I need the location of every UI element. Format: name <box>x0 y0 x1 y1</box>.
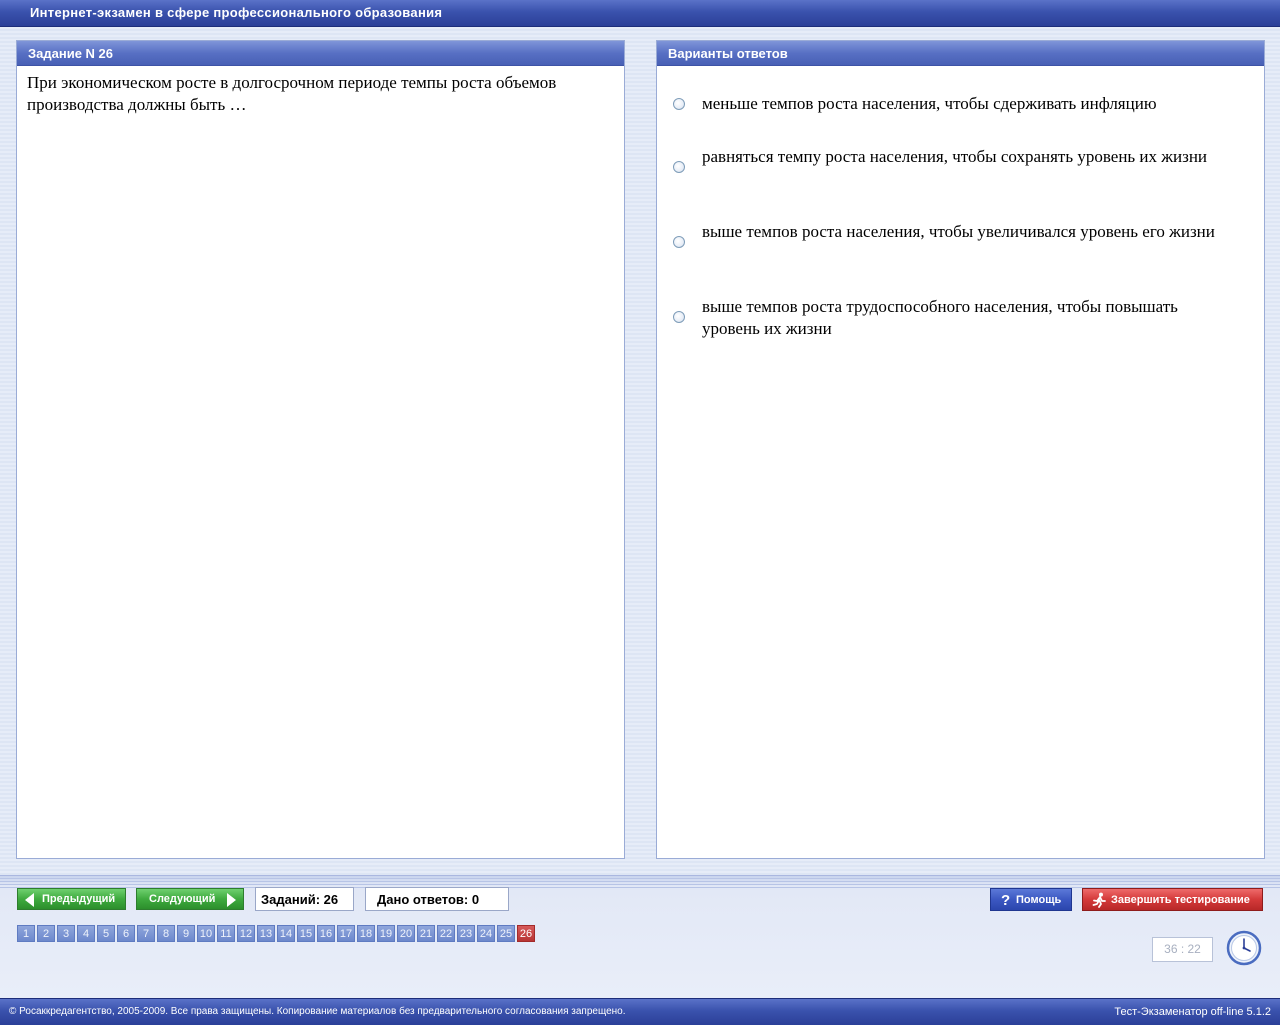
question-nav-item[interactable]: 1 <box>17 925 35 942</box>
question-nav-item[interactable]: 3 <box>57 925 75 942</box>
answers-given-label: Дано ответов: 0 <box>377 892 480 907</box>
copyright-text: © Росаккредагентство, 2005-2009. Все пра… <box>9 1006 626 1017</box>
question-nav-item[interactable]: 10 <box>197 925 215 942</box>
question-nav-item[interactable]: 5 <box>97 925 115 942</box>
running-man-icon <box>1092 892 1106 908</box>
question-nav-item[interactable]: 6 <box>117 925 135 942</box>
help-button[interactable]: ? Помощь <box>990 888 1072 911</box>
footer-bar: © Росаккредагентство, 2005-2009. Все пра… <box>0 998 1280 1025</box>
question-nav-item[interactable]: 13 <box>257 925 275 942</box>
answer-option-label[interactable]: выше темпов роста трудоспособного населе… <box>702 296 1232 340</box>
clock-icon <box>1226 930 1262 966</box>
task-panel: Задание N 26 При экономическом росте в д… <box>16 40 625 859</box>
arrow-left-icon <box>25 893 34 907</box>
answers-given-count: Дано ответов: 0 <box>365 887 509 911</box>
radio-icon[interactable] <box>673 311 685 323</box>
radio-icon[interactable] <box>673 161 685 173</box>
answers-panel: Варианты ответов меньше темпов роста нас… <box>656 40 1265 859</box>
question-nav-item[interactable]: 2 <box>37 925 55 942</box>
question-nav-item[interactable]: 21 <box>417 925 435 942</box>
task-panel-header: Задание N 26 <box>17 41 624 66</box>
question-nav-item[interactable]: 17 <box>337 925 355 942</box>
question-nav-item[interactable]: 16 <box>317 925 335 942</box>
tasks-count-label: Заданий: 26 <box>261 892 339 907</box>
question-nav-item[interactable]: 25 <box>497 925 515 942</box>
question-icon: ? <box>1001 892 1010 907</box>
question-nav-item[interactable]: 24 <box>477 925 495 942</box>
svg-text:?: ? <box>1001 892 1010 907</box>
question-nav-item[interactable]: 20 <box>397 925 415 942</box>
title-bar: Интернет-экзамен в сфере профессионально… <box>0 0 1280 27</box>
question-nav-item[interactable]: 4 <box>77 925 95 942</box>
answer-option-label[interactable]: меньше темпов роста населения, чтобы сде… <box>702 93 1232 115</box>
answer-option-label[interactable]: равняться темпу роста населения, чтобы с… <box>702 146 1232 168</box>
question-nav-item[interactable]: 11 <box>217 925 235 942</box>
radio-icon[interactable] <box>673 98 685 110</box>
prev-button[interactable]: Предыдущий <box>17 888 126 910</box>
version-text: Тест-Экзаменатор off-line 5.1.2 <box>1114 1006 1271 1018</box>
help-button-label: Помощь <box>1016 894 1062 906</box>
answer-option-label[interactable]: выше темпов роста населения, чтобы увели… <box>702 221 1232 243</box>
question-nav-item[interactable]: 18 <box>357 925 375 942</box>
finish-test-button[interactable]: Завершить тестирование <box>1082 888 1263 911</box>
question-nav-item[interactable]: 22 <box>437 925 455 942</box>
tasks-count: Заданий: 26 <box>255 887 354 911</box>
question-nav-item[interactable]: 19 <box>377 925 395 942</box>
question-nav-item[interactable]: 9 <box>177 925 195 942</box>
question-nav-item[interactable]: 14 <box>277 925 295 942</box>
question-nav-item[interactable]: 23 <box>457 925 475 942</box>
answers-panel-header: Варианты ответов <box>657 41 1264 66</box>
question-nav-item[interactable]: 26 <box>517 925 535 942</box>
question-nav-item[interactable]: 7 <box>137 925 155 942</box>
app-title: Интернет-экзамен в сфере профессионально… <box>30 5 443 20</box>
prev-button-label: Предыдущий <box>42 893 116 905</box>
finish-button-label: Завершить тестирование <box>1111 894 1250 906</box>
radio-icon[interactable] <box>673 236 685 248</box>
next-button-label: Следующий <box>149 893 216 905</box>
question-nav-item[interactable]: 15 <box>297 925 315 942</box>
next-button[interactable]: Следующий <box>136 888 244 910</box>
question-text: При экономическом росте в долгосрочном п… <box>27 73 557 114</box>
arrow-right-icon <box>227 893 236 907</box>
task-number: Задание N 26 <box>28 46 114 61</box>
timer-display: 36 : 22 <box>1152 937 1213 962</box>
question-nav-item[interactable]: 12 <box>237 925 255 942</box>
question-nav-item[interactable]: 8 <box>157 925 175 942</box>
answers-title: Варианты ответов <box>668 46 788 61</box>
control-bar-stripes <box>0 878 1280 888</box>
